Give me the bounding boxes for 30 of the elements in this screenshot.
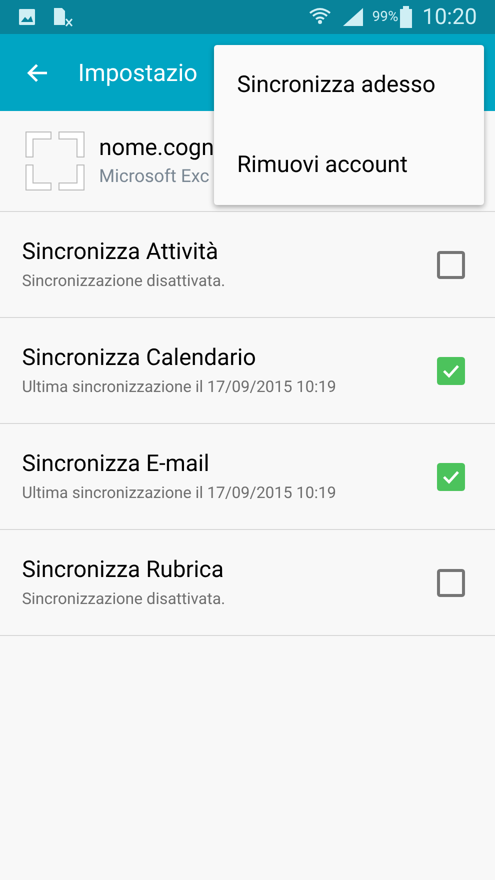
sync-checkbox[interactable] bbox=[437, 356, 465, 384]
sim-card-icon bbox=[52, 7, 74, 27]
account-type: Microsoft Exc bbox=[99, 164, 210, 188]
sync-title: Sincronizza E-mail bbox=[22, 448, 210, 478]
sync-status: Ultima sincronizzazione il 17/09/2015 10:19 bbox=[22, 482, 338, 504]
image-icon bbox=[18, 8, 36, 26]
sync-title: Sincronizza Calendario bbox=[22, 342, 257, 372]
clock: 10:20 bbox=[422, 4, 477, 32]
account-name: nome.cogn bbox=[99, 132, 214, 162]
battery-icon bbox=[400, 6, 412, 28]
sync-row[interactable]: Sincronizza Attività Sincronizzazione disattivata. bbox=[0, 212, 495, 318]
exchange-account-icon bbox=[25, 131, 85, 191]
sync-status: Sincronizzazione disattivata. bbox=[22, 588, 226, 610]
checkmark-icon bbox=[442, 364, 460, 378]
sync-row[interactable]: Sincronizza E-mail Ultima sincronizzazione il 17/09/2015 10:19 bbox=[0, 424, 495, 530]
sync-title: Sincronizza Rubrica bbox=[22, 554, 225, 584]
battery-percent: 99% bbox=[372, 8, 398, 26]
sync-checkbox[interactable] bbox=[437, 250, 465, 278]
checkmark-icon bbox=[442, 470, 460, 484]
sync-row[interactable]: Sincronizza Calendario Ultima sincronizzazione il 17/09/2015 10:19 bbox=[0, 318, 495, 424]
menu-item[interactable]: Rimuovi account bbox=[214, 125, 484, 205]
screen-title: Impostazio bbox=[78, 58, 198, 88]
sync-row[interactable]: Sincronizza Rubrica Sincronizzazione disattivata. bbox=[0, 530, 495, 636]
menu-item[interactable]: Sincronizza adesso bbox=[214, 45, 484, 125]
sync-title: Sincronizza Attività bbox=[22, 236, 220, 266]
sync-checkbox[interactable] bbox=[437, 568, 465, 596]
sync-checkbox[interactable] bbox=[437, 462, 465, 490]
sync-status: Ultima sincronizzazione il 17/09/2015 10:19 bbox=[22, 376, 338, 398]
sync-status: Sincronizzazione disattivata. bbox=[22, 270, 226, 292]
signal-icon bbox=[342, 7, 364, 27]
